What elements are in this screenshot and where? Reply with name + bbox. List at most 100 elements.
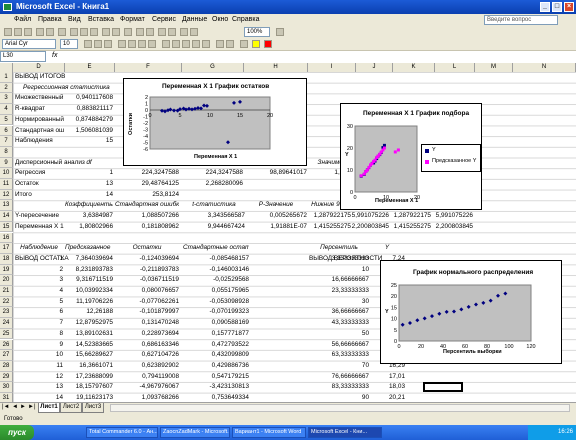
column-header[interactable]: N bbox=[513, 63, 576, 72]
anova-cell[interactable]: 29,48764125 bbox=[115, 179, 179, 189]
resid-cell[interactable]: 0,794119008 bbox=[115, 372, 179, 382]
tab-scroll-first-icon[interactable]: |◄ bbox=[2, 404, 10, 410]
task-total-commander[interactable]: Total Commander 6.0 - Ан... bbox=[86, 427, 158, 438]
anova-cell[interactable]: 98,89641017 bbox=[243, 168, 307, 178]
menu-window[interactable]: Окно bbox=[212, 14, 228, 26]
resid-cell[interactable]: 0,686163346 bbox=[115, 340, 179, 350]
resid-cell[interactable]: 12,26188 bbox=[65, 307, 113, 317]
coef-cell[interactable]: 5,991075226 bbox=[433, 211, 473, 221]
minimize-button[interactable]: _ bbox=[540, 2, 550, 12]
coef-cell[interactable]: 5,991075226 bbox=[351, 211, 389, 221]
row-header[interactable]: 22 bbox=[0, 296, 13, 308]
resid-cell[interactable]: 10 bbox=[15, 350, 63, 360]
prob-cell[interactable]: 43,33333333 bbox=[309, 318, 369, 328]
regr-stat-value[interactable]: 0,874884279 bbox=[65, 115, 113, 125]
tab-sheet1[interactable]: Лист1 bbox=[38, 403, 60, 413]
row-header[interactable]: 12 bbox=[0, 189, 13, 201]
row-header[interactable]: 26 bbox=[0, 339, 13, 351]
coef-row-label[interactable]: Переменная X 1 bbox=[15, 222, 65, 232]
anova-cell[interactable]: 14 bbox=[65, 190, 113, 200]
normal-probability-chart[interactable]: График нормального распределения 0 20 40 60… bbox=[380, 260, 562, 364]
resid-cell[interactable]: 14,52383665 bbox=[65, 340, 113, 350]
resid-cell[interactable]: -3,423130813 bbox=[183, 382, 249, 392]
regr-stat-value[interactable]: 15 bbox=[65, 136, 113, 146]
anova-cell[interactable]: 2,268280096 bbox=[183, 179, 243, 189]
resid-cell[interactable]: 3 bbox=[15, 275, 63, 285]
coef-cell[interactable]: 1,287922175 bbox=[389, 211, 431, 221]
resid-cell[interactable]: 6 bbox=[15, 307, 63, 317]
fit-plot-chart[interactable]: Переменная X 1 График подбора 0 10 20 30 20 1… bbox=[340, 103, 482, 210]
coef-header[interactable]: Коэффициенты bbox=[65, 200, 113, 210]
anova-header[interactable]: df bbox=[65, 158, 113, 168]
resid-header[interactable]: Наблюдение bbox=[15, 243, 63, 253]
coef-header[interactable]: t-статистика bbox=[183, 200, 245, 210]
prob-cell[interactable]: 63,33333333 bbox=[309, 350, 369, 360]
font-name-select[interactable]: Arial Cyr bbox=[2, 39, 56, 49]
resid-cell[interactable]: 13 bbox=[15, 382, 63, 392]
row-header[interactable]: 30 bbox=[0, 382, 13, 393]
italic-icon[interactable] bbox=[94, 40, 102, 48]
spelling-icon[interactable] bbox=[58, 28, 66, 36]
horizontal-scrollbar[interactable] bbox=[110, 404, 570, 412]
row-header[interactable]: 15 bbox=[0, 221, 13, 233]
resid-cell[interactable]: -0,211893783 bbox=[115, 265, 179, 275]
prob-cell[interactable]: 23,33333333 bbox=[309, 286, 369, 296]
undo-icon[interactable] bbox=[102, 28, 110, 36]
resid-header[interactable]: Предсказанное Y bbox=[65, 243, 113, 253]
resid-cell[interactable]: 16,3661071 bbox=[65, 361, 113, 371]
regr-stat-value[interactable]: 0,940117608 bbox=[65, 93, 113, 103]
resid-cell[interactable]: 14 bbox=[15, 393, 63, 402]
column-header[interactable]: H bbox=[244, 63, 308, 72]
coef-header[interactable]: Стандартная ошибка bbox=[115, 200, 179, 210]
resid-cell[interactable]: -4,967976067 bbox=[115, 382, 179, 392]
resid-cell[interactable]: 4 bbox=[15, 286, 63, 296]
anova-row-label[interactable]: Итого bbox=[15, 190, 65, 200]
anova-cell[interactable]: 13 bbox=[65, 179, 113, 189]
preview-icon[interactable] bbox=[46, 28, 54, 36]
column-header[interactable]: J bbox=[356, 63, 393, 72]
prob-cell[interactable]: 76,66666667 bbox=[309, 372, 369, 382]
resid-cell[interactable]: 1 bbox=[15, 254, 63, 264]
align-center-icon[interactable] bbox=[128, 40, 136, 48]
regr-stat-value[interactable]: 0,883821117 bbox=[65, 104, 113, 114]
menu-insert[interactable]: Вставка bbox=[88, 14, 114, 26]
anova-row-label[interactable]: Остаток bbox=[15, 179, 65, 189]
anova-cell[interactable] bbox=[183, 190, 243, 200]
column-header[interactable]: I bbox=[308, 63, 356, 72]
task-word[interactable]: Вариант1 - Microsoft Word bbox=[232, 427, 306, 438]
resid-cell[interactable]: 0,228973694 bbox=[115, 329, 179, 339]
resid-cell[interactable]: 7,364039694 bbox=[65, 254, 113, 264]
worksheet-grid[interactable]: ВЫВОД ИТОГОВ Регрессионная статистика Мн… bbox=[13, 72, 576, 402]
row-header[interactable]: 20 bbox=[0, 275, 13, 286]
regr-stat-value[interactable]: 1,506081039 bbox=[65, 126, 113, 136]
print-icon[interactable] bbox=[36, 28, 44, 36]
resid-cell[interactable]: 12 bbox=[15, 372, 63, 382]
zoom-select[interactable]: 100% bbox=[244, 27, 270, 37]
row-header[interactable]: 7 bbox=[0, 136, 13, 147]
merge-center-icon[interactable] bbox=[148, 40, 156, 48]
prob-cell[interactable]: 10 bbox=[309, 265, 369, 275]
increase-indent-icon[interactable] bbox=[226, 40, 234, 48]
tab-sheet2[interactable]: Лист2 bbox=[60, 403, 82, 413]
prob-cell[interactable]: 70 bbox=[309, 361, 369, 371]
resid-cell[interactable]: -0,124039694 bbox=[115, 254, 179, 264]
paste-icon[interactable] bbox=[90, 28, 98, 36]
coef-cell[interactable]: 1,80802966 bbox=[65, 222, 113, 232]
resid-cell[interactable]: 0,547179215 bbox=[183, 372, 249, 382]
menu-help[interactable]: Справка bbox=[232, 14, 259, 26]
row-header[interactable]: 24 bbox=[0, 318, 13, 329]
prob-cell[interactable]: 83,33333333 bbox=[309, 382, 369, 392]
resid-cell[interactable]: 0,472793522 bbox=[183, 340, 249, 350]
anova-cell[interactable]: 224,3247588 bbox=[183, 168, 243, 178]
open-icon[interactable] bbox=[14, 28, 22, 36]
tab-sheet3[interactable]: Лист3 bbox=[82, 403, 104, 413]
task-zaocnzadmark[interactable]: ZaocnZadMark - Microsoft... bbox=[160, 427, 230, 438]
coef-cell[interactable]: 1,415255275 bbox=[389, 222, 431, 232]
font-size-select[interactable]: 10 bbox=[60, 39, 78, 49]
resid-cell[interactable]: -0,101879997 bbox=[115, 307, 179, 317]
row-header[interactable]: 3 bbox=[0, 93, 13, 105]
prob-cell[interactable]: 50 bbox=[309, 329, 369, 339]
resid-cell[interactable]: -0,070199323 bbox=[183, 307, 249, 317]
resid-header[interactable]: Стандартные остатки bbox=[183, 243, 249, 253]
prob-cell[interactable]: 56,66666667 bbox=[309, 340, 369, 350]
